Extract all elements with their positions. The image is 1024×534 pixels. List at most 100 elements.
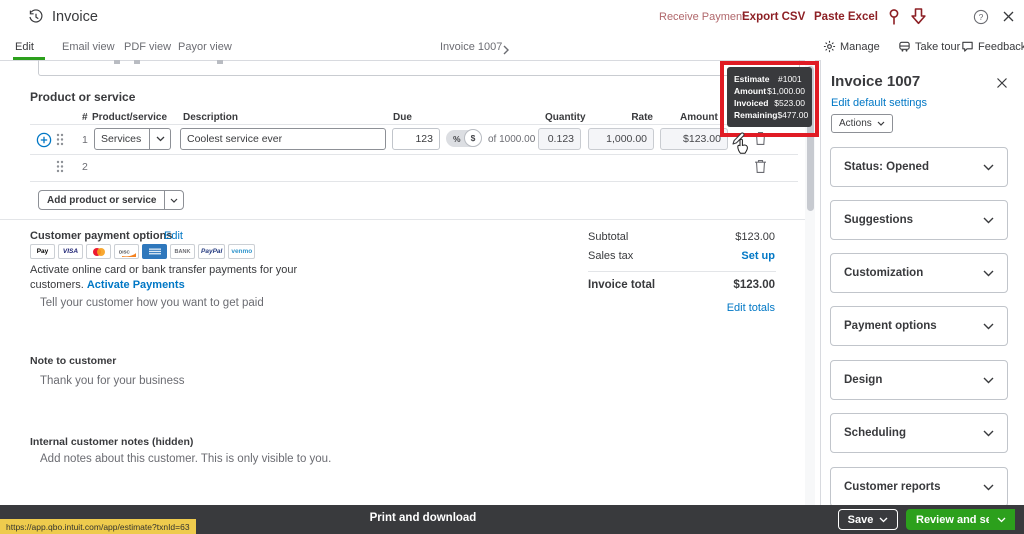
print-and-download-button[interactable]: Print and download: [358, 512, 488, 524]
top-header: Invoice Receive Payment Export CSV Paste…: [0, 0, 1024, 36]
tab-email-view[interactable]: Email view: [62, 41, 115, 53]
row1-product-select[interactable]: Services: [94, 128, 171, 150]
subtotal-value: $123.00: [735, 231, 775, 243]
svg-text:DISC: DISC: [119, 249, 131, 254]
cursor-hand-icon: [736, 138, 752, 160]
chevron-down-icon: [983, 164, 994, 170]
panel-payment-options[interactable]: Payment options: [830, 306, 1008, 346]
payment-message-field[interactable]: Tell your customer how you want to get p…: [40, 297, 264, 309]
add-product-label: Add product or service: [47, 194, 157, 206]
download-arrow-icon[interactable]: [910, 7, 927, 32]
row2-number: 2: [82, 161, 88, 173]
panel-suggestions[interactable]: Suggestions: [830, 200, 1008, 240]
activate-payments-link[interactable]: Activate Payments: [87, 279, 185, 291]
manage-button[interactable]: Manage: [840, 41, 880, 53]
col-product-service: Product/service: [92, 112, 168, 123]
row2-delete-icon[interactable]: [754, 159, 767, 179]
chevron-down-icon: [983, 217, 994, 223]
payment-badges: Pay VISA DISC BANK PayPal venmo: [30, 244, 258, 259]
sidebar-close-icon[interactable]: [996, 76, 1008, 94]
internal-notes-label: Internal customer notes (hidden): [30, 436, 194, 448]
close-icon[interactable]: [1002, 10, 1015, 28]
row1-quantity-input[interactable]: [538, 128, 581, 150]
chevron-down-icon: [983, 430, 994, 436]
row1-description-input[interactable]: [180, 128, 386, 150]
svg-text:?: ?: [979, 12, 984, 22]
payment-options-title: Customer payment options: [30, 230, 173, 242]
amex-icon: [142, 244, 167, 259]
feedback-button[interactable]: Feedback: [978, 41, 1024, 53]
add-product-button[interactable]: Add product or service: [38, 190, 185, 210]
row-divider: [30, 181, 798, 182]
note-to-customer-field[interactable]: Thank you for your business: [40, 375, 184, 387]
row1-product-value: Services: [101, 133, 142, 145]
note-to-customer-label: Note to customer: [30, 355, 117, 367]
percent-dollar-toggle[interactable]: % $: [446, 129, 482, 147]
tab-pdf-view[interactable]: PDF view: [124, 41, 171, 53]
row1-number: 1: [82, 134, 88, 146]
invoice-total-label: Invoice total: [588, 279, 656, 291]
sales-tax-setup-link[interactable]: Set up: [680, 250, 775, 262]
help-icon[interactable]: ?: [973, 9, 989, 30]
row1-rate-input[interactable]: [588, 128, 654, 150]
apple-pay-icon: Pay: [30, 244, 55, 259]
discover-icon: DISC: [114, 244, 139, 259]
sidebar-title: Invoice 1007: [831, 73, 921, 90]
take-tour-icon[interactable]: [898, 40, 911, 58]
truncated-text-fragment: [114, 60, 120, 64]
bank-icon: BANK: [170, 244, 195, 259]
chevron-down-icon: [983, 323, 994, 329]
edit-totals-link[interactable]: Edit totals: [680, 302, 775, 314]
paste-excel-button[interactable]: Paste Excel: [814, 11, 878, 23]
gear-icon[interactable]: [823, 40, 836, 58]
receive-payment-link[interactable]: Receive Payment: [659, 11, 745, 23]
panel-status[interactable]: Status: Opened: [830, 147, 1008, 187]
invoice-total-value: $123.00: [733, 279, 775, 291]
review-and-send-caret[interactable]: [989, 509, 1013, 530]
pin-icon[interactable]: [886, 8, 902, 32]
tab-payor-view[interactable]: Payor view: [178, 41, 232, 53]
payment-options-edit-link[interactable]: Edit: [164, 230, 183, 242]
activate-payments-text: Activate online card or bank transfer pa…: [30, 264, 298, 291]
col-amount: Amount: [680, 112, 718, 123]
sales-tax-label: Sales tax: [588, 250, 634, 262]
drag-handle-icon[interactable]: [56, 133, 64, 151]
visa-icon: VISA: [58, 244, 83, 259]
invoice-page: Invoice Receive Payment Export CSV Paste…: [0, 0, 1024, 534]
add-row-icon[interactable]: [36, 132, 52, 153]
chevron-down-icon: [983, 377, 994, 383]
feedback-icon[interactable]: [961, 40, 974, 58]
paypal-icon: PayPal: [198, 244, 226, 259]
panel-customer-reports[interactable]: Customer reports: [830, 467, 1008, 507]
history-icon[interactable]: [28, 9, 44, 30]
due-of-label: of 1000.00: [488, 134, 536, 145]
chevron-down-icon: [983, 484, 994, 490]
drag-handle-icon[interactable]: [56, 160, 64, 178]
panel-design[interactable]: Design: [830, 360, 1008, 400]
panel-scheduling[interactable]: Scheduling: [830, 413, 1008, 453]
breadcrumb-chevron-icon[interactable]: [502, 42, 510, 60]
section-title-product-or-service: Product or service: [30, 90, 136, 104]
edit-default-settings-link[interactable]: Edit default settings: [831, 97, 927, 109]
col-rate: Rate: [631, 112, 653, 123]
row-divider: [30, 124, 798, 125]
row-divider: [30, 154, 798, 155]
panel-customization[interactable]: Customization: [830, 253, 1008, 293]
truncated-text-fragment: [217, 60, 223, 64]
dollar-option[interactable]: $: [464, 129, 482, 147]
row1-amount-input[interactable]: [660, 128, 728, 150]
venmo-icon: venmo: [228, 244, 256, 259]
percent-option[interactable]: %: [453, 134, 461, 144]
row1-due-input[interactable]: [392, 128, 440, 150]
chevron-down-icon[interactable]: [149, 129, 170, 149]
internal-notes-field[interactable]: Add notes about this customer. This is o…: [40, 452, 340, 466]
section-divider: [0, 219, 806, 220]
take-tour-button[interactable]: Take tour: [915, 41, 960, 53]
save-button[interactable]: Save: [838, 509, 898, 530]
actions-button[interactable]: Actions: [831, 114, 893, 133]
add-product-caret-icon[interactable]: [164, 191, 183, 209]
export-csv-button[interactable]: Export CSV: [742, 11, 805, 23]
status-url: https://app.qbo.intuit.com/app/estimate?…: [0, 519, 196, 534]
tab-edit[interactable]: Edit: [15, 41, 34, 53]
settings-sidebar: Invoice 1007 Edit default settings Actio…: [820, 60, 1024, 507]
